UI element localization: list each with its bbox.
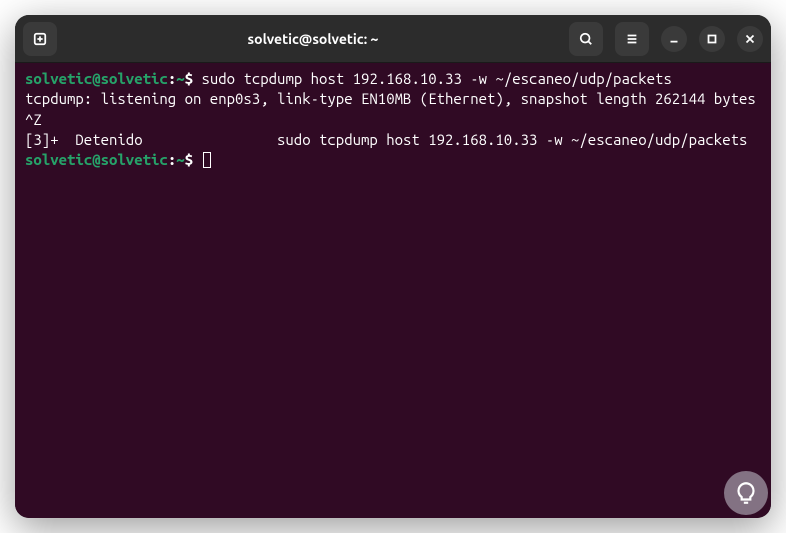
close-icon — [743, 32, 757, 46]
terminal-body[interactable]: solvetic@solvetic:~$ sudo tcpdump host 1… — [15, 63, 771, 518]
prompt-path: ~ — [176, 151, 184, 168]
new-tab-button[interactable] — [23, 22, 57, 56]
menu-button[interactable] — [615, 22, 649, 56]
hamburger-icon — [625, 32, 639, 46]
prompt-user: solvetic@solvetic — [25, 151, 168, 168]
prompt-line: solvetic@solvetic:~$ sudo tcpdump host 1… — [25, 70, 672, 87]
bulb-icon — [733, 480, 759, 506]
output-line: [3]+ Detenido sudo tcpdump host 192.168.… — [25, 131, 747, 148]
output-line: ^Z — [25, 111, 42, 128]
prompt-separator: : — [168, 70, 176, 87]
maximize-button[interactable] — [699, 26, 725, 52]
titlebar: solvetic@solvetic: ~ — [15, 15, 771, 63]
maximize-icon — [705, 32, 719, 46]
minimize-button[interactable] — [661, 26, 687, 52]
window-title: solvetic@solvetic: ~ — [61, 31, 565, 47]
prompt-line: solvetic@solvetic:~$ — [25, 151, 211, 168]
search-button[interactable] — [569, 22, 603, 56]
cursor — [203, 152, 211, 168]
prompt-end: $ — [185, 70, 202, 87]
new-tab-icon — [33, 32, 47, 46]
terminal-window: solvetic@solvetic: ~ solvetic@solvetic:~… — [15, 15, 771, 518]
output-line: tcpdump: listening on enp0s3, link-type … — [25, 90, 756, 107]
prompt-path: ~ — [176, 70, 184, 87]
search-icon — [579, 32, 593, 46]
prompt-user: solvetic@solvetic — [25, 70, 168, 87]
prompt-end: $ — [185, 151, 202, 168]
close-button[interactable] — [737, 26, 763, 52]
watermark-badge — [724, 471, 768, 515]
command-text: sudo tcpdump host 192.168.10.33 -w ~/esc… — [201, 70, 671, 87]
minimize-icon — [667, 32, 681, 46]
prompt-separator: : — [168, 151, 176, 168]
